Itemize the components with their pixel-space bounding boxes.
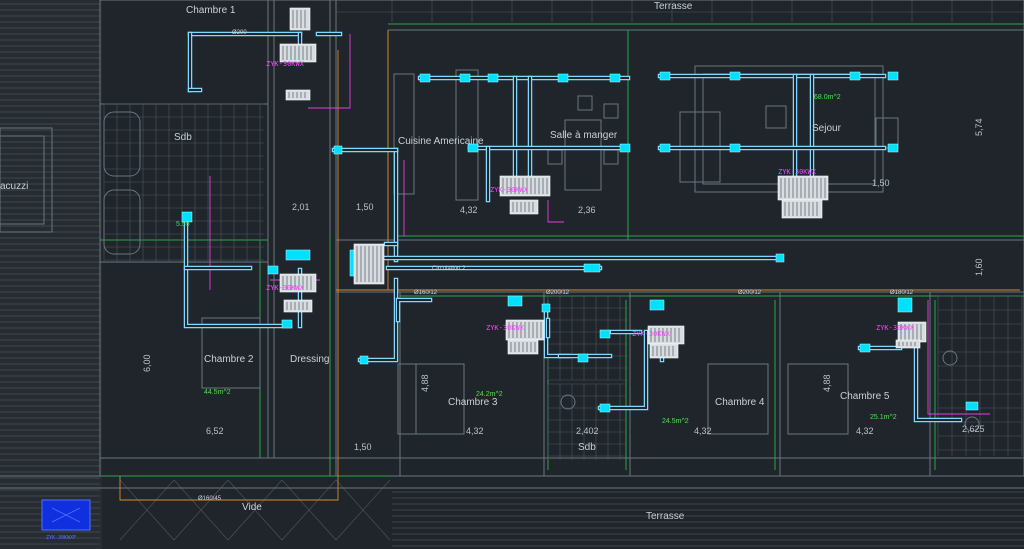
left-hatch-strip [0,0,102,549]
room-label-chambre2: Chambre 2 [204,354,254,365]
dim-label: 4,32 [856,426,874,436]
diffuser [599,403,611,413]
unit-tag: ZYK-30KWX [490,186,529,194]
diffuser [729,143,741,153]
diffuser [965,401,979,411]
dim-label-vertical: 6,00 [142,354,152,372]
diffuser [609,73,621,83]
diffuser [887,143,899,153]
plan-background [0,0,1024,549]
duct-size-label: Ø200/12 [546,290,570,296]
diffuser [659,71,671,81]
room-label-cuisine: Cuisine Americaine [398,136,484,147]
unit-tag: ZYK-30KWX [632,330,671,338]
diffuser [775,253,785,263]
dim-label-vertical: 4,88 [822,374,832,392]
dim-label: 6,52 [206,426,224,436]
dim-label: 4,32 [460,205,478,215]
diffuser [897,297,913,313]
diffuser [267,265,279,275]
duct-size-label: Ø180/12 [890,290,914,296]
area-chambre5: 25.1m^2 [870,414,897,421]
diffuser [729,71,741,81]
room-label-terrasse-bottom: Terrasse [646,511,685,522]
dim-label: 1,50 [354,442,372,452]
diffuser [849,71,861,81]
diffuser [887,71,899,81]
duct-size-label: Ø200 [232,30,247,36]
diffuser [487,73,499,83]
area-chambre3: 24.2m^2 [476,391,503,398]
diffuser [459,73,471,83]
area-sejour: 68.0m^2 [814,94,841,101]
room-label-jacuzzi: acuzzi [0,181,28,192]
dim-label: 1,50 [356,202,374,212]
dim-label: 2,36 [578,205,596,215]
room-label-vide: Vide [242,502,262,513]
diffuser [619,143,631,153]
diffuser [281,319,293,329]
diffuser [419,73,431,83]
room-label-salle-manger: Salle à manger [550,130,618,141]
area-sdb-left: 5.55 [176,221,190,228]
diffuser [583,263,601,273]
legend-unit-tag: ZYK-30KWXF [46,535,76,541]
room-label-dressing: Dressing [290,354,329,365]
duct-size-label: Ø200/12 [738,290,762,296]
diffuser [577,353,589,363]
diffuser [359,355,369,365]
diffuser [507,295,523,307]
dim-label: 2,625 [962,424,985,434]
indoor-unit [777,175,829,201]
diffuser [333,145,343,155]
room-label-circulation: Circulation 2 [432,266,466,272]
diffuser [659,143,671,153]
room-label-chambre1: Chambre 1 [186,5,236,16]
dim-label: 2,402 [576,426,599,436]
room-label-chambre3: Chambre 3 [448,397,498,408]
dim-label: 4,32 [466,426,484,436]
indoor-unit [895,339,921,349]
dim-label: 2,01 [292,202,310,212]
duct-size-label: Ø160/45 [198,496,222,502]
indoor-unit [509,199,539,215]
dim-label-vertical: 1,60 [974,258,984,276]
diffuser [859,343,871,353]
duct-size-label: Ø160/12 [414,290,438,296]
area-chambre4: 24.5m^2 [662,418,689,425]
indoor-unit [649,343,679,359]
indoor-unit [285,89,311,101]
hvac-floor-plan: Chambre 1 Terrasse Cuisine Americaine Sa… [0,0,1024,549]
unit-tag: ZYK-30KWX [778,168,817,176]
unit-tag: ZYK-30KWX [266,284,305,292]
dim-label: 4,32 [694,426,712,436]
room-label-chambre5: Chambre 5 [840,391,890,402]
room-label-sdb-left: Sdb [174,132,192,143]
diffuser [557,73,569,83]
diffuser [649,299,665,311]
dim-label-vertical: 5,74 [974,118,984,136]
room-label-sejour: Sejour [812,123,842,134]
indoor-unit [283,299,313,313]
room-label-chambre4: Chambre 4 [715,397,765,408]
room-label-terrasse-top: Terrasse [654,1,693,12]
diffuser [541,303,551,313]
unit-tag: ZYK-30KWX [266,60,305,68]
area-chambre2: 44.5m^2 [204,389,231,396]
unit-tag: ZYK-30KWX [876,324,915,332]
unit-tag: ZYK-30KWX [486,324,525,332]
room-label-sdb-mid: Sdb [578,442,596,453]
indoor-unit [781,199,823,219]
diffuser [599,329,611,339]
dim-label: 1,50 [872,178,890,188]
dim-label-vertical: 4,88 [420,374,430,392]
diffuser [285,249,311,261]
